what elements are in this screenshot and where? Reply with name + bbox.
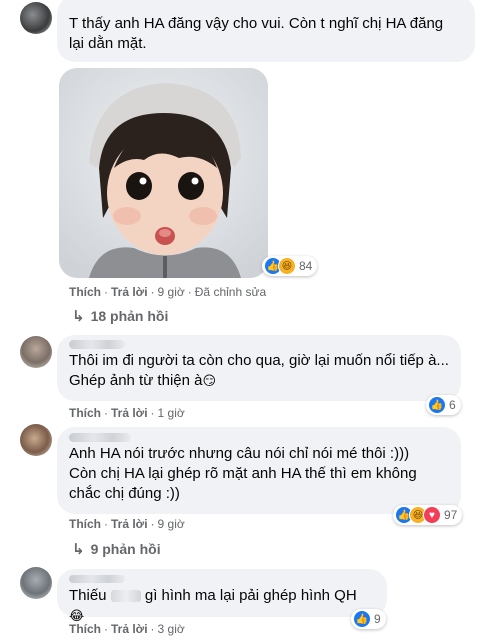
haha-icon: 😆 xyxy=(278,257,296,275)
view-replies-link[interactable]: ↳ 18 phản hồi xyxy=(72,307,168,325)
reply-button[interactable]: Trả lời xyxy=(111,622,148,636)
author-name-blurred[interactable] xyxy=(69,340,125,349)
like-icon: 👍 xyxy=(428,396,446,414)
reply-button[interactable]: Trả lời xyxy=(111,517,148,531)
reactions-summary[interactable]: 👍 😆 ♥ 97 xyxy=(393,505,463,525)
comment-text-line: Còn chị HA lại ghép rõ mặt anh HA thế th… xyxy=(69,465,417,482)
author-name-blurred[interactable] xyxy=(69,575,125,583)
comment-text-line: Ghép ảnh từ thiện à😏 xyxy=(69,372,217,389)
comment-text: Thôi im đi người ta còn cho qua, giờ lại… xyxy=(69,351,449,391)
comment-text-line: Anh HA nói trước nhưng câu nói chỉ nói m… xyxy=(69,445,410,462)
like-button[interactable]: Thích xyxy=(69,406,101,420)
like-button[interactable]: Thích xyxy=(69,622,101,636)
comment-text-suffix: gì hình ma lại pải ghép hình QH xyxy=(144,587,357,604)
comment-text-line: Thôi im đi người ta còn cho qua, giờ lại… xyxy=(69,352,449,369)
avatar[interactable] xyxy=(20,424,52,456)
replies-count-label: 9 phản hồi xyxy=(90,541,161,557)
replies-count-label: 18 phản hồi xyxy=(90,308,169,324)
reply-button[interactable]: Trả lời xyxy=(111,406,148,420)
timestamp[interactable]: 9 giờ xyxy=(158,517,185,531)
comment-bubble: Anh HA nói trước nhưng câu nói chỉ nói m… xyxy=(57,427,461,514)
comment-actions: Thích · Trả lời · 9 giờ xyxy=(69,517,185,531)
comment-text-line: chắc chị đúng :)) xyxy=(69,485,180,502)
comment-text: T thấy anh HA đăng vậy cho vui. Còn t ng… xyxy=(69,14,463,54)
reaction-count: 97 xyxy=(444,508,458,522)
reactions-summary[interactable]: 👍 9 xyxy=(351,609,386,629)
reply-button[interactable]: Trả lời xyxy=(111,285,148,299)
comment-text-line: lại dằn mặt. xyxy=(69,35,147,52)
blurred-word xyxy=(110,590,141,603)
reply-arrow-icon: ↳ xyxy=(72,541,85,558)
avatar[interactable] xyxy=(20,567,52,599)
comment-text: Thiếu gì hình ma lại pải ghép hình QH 😂 xyxy=(69,586,375,626)
author-name-blurred[interactable] xyxy=(69,433,131,442)
child-photo-image xyxy=(59,68,268,278)
reactions-summary[interactable]: 👍 6 xyxy=(426,395,461,415)
reaction-count: 84 xyxy=(299,259,313,273)
view-replies-link[interactable]: ↳ 9 phản hồi xyxy=(72,540,161,558)
reaction-count: 6 xyxy=(449,398,456,412)
like-button[interactable]: Thích xyxy=(69,517,101,531)
love-icon: ♥ xyxy=(423,506,441,524)
comment-bubble: T thấy anh HA đăng vậy cho vui. Còn t ng… xyxy=(57,0,475,62)
avatar[interactable] xyxy=(20,2,52,34)
laughing-emoji-icon: 😂 xyxy=(69,608,85,623)
edited-label: Đã chỉnh sửa xyxy=(194,285,267,299)
comment-actions: Thích · Trả lời · 1 giờ xyxy=(69,406,185,420)
comment-actions: Thích · Trả lời · 3 giờ xyxy=(69,622,185,636)
comment-text-line: T thấy anh HA đăng vậy cho vui. Còn t ng… xyxy=(69,15,444,32)
comment-bubble: Thiếu gì hình ma lại pải ghép hình QH 😂 xyxy=(57,569,387,623)
timestamp[interactable]: 9 giờ xyxy=(158,285,185,299)
reactions-summary[interactable]: 👍 😆 84 xyxy=(262,256,318,276)
comment-bubble: Thôi im đi người ta còn cho qua, giờ lại… xyxy=(57,335,461,401)
timestamp[interactable]: 1 giờ xyxy=(158,406,185,420)
reply-arrow-icon: ↳ xyxy=(72,308,85,325)
smirk-emoji-icon: 😏 xyxy=(202,373,217,388)
like-button[interactable]: Thích xyxy=(69,285,101,299)
timestamp[interactable]: 3 giờ xyxy=(158,622,185,636)
like-icon: 👍 xyxy=(353,610,371,628)
comment-photo[interactable] xyxy=(59,68,268,278)
avatar[interactable] xyxy=(20,336,52,368)
comment-text: Anh HA nói trước nhưng câu nói chỉ nói m… xyxy=(69,444,449,504)
comment-actions: Thích · Trả lời · 9 giờ · Đã chỉnh sửa xyxy=(69,285,267,299)
comment-text-prefix: Thiếu xyxy=(69,587,107,604)
reaction-count: 9 xyxy=(374,612,381,626)
